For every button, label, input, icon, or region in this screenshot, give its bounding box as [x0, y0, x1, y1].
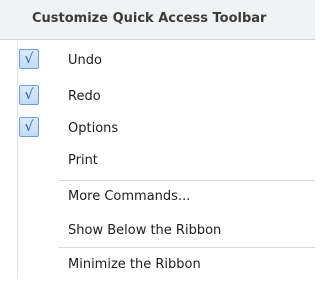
menu-item-undo[interactable]: √ Undo — [0, 47, 315, 77]
menu-separator — [58, 180, 315, 181]
menu-item-options[interactable]: √ Options — [0, 115, 315, 145]
menu-item-label: Print — [68, 153, 98, 168]
menu-item-label: Redo — [68, 89, 101, 104]
undo-checkbox[interactable]: √ — [19, 49, 39, 69]
menu-item-label: Show Below the Ribbon — [68, 223, 222, 238]
options-checkbox[interactable]: √ — [19, 117, 39, 137]
menu-item-print[interactable]: Print — [0, 147, 315, 177]
menu-item-label: Minimize the Ribbon — [68, 257, 201, 272]
menu-item-label: Undo — [68, 53, 102, 68]
menu-item-show-below-ribbon[interactable]: Show Below the Ribbon — [0, 217, 315, 247]
checkmark-icon: √ — [24, 51, 34, 67]
menu-header: Customize Quick Access Toolbar — [0, 0, 315, 40]
menu-item-redo[interactable]: √ Redo — [0, 83, 315, 113]
customize-quick-access-toolbar-menu: Customize Quick Access Toolbar √ Undo √ … — [0, 0, 315, 279]
menu-item-more-commands[interactable]: More Commands... — [0, 183, 315, 213]
menu-separator — [58, 247, 315, 248]
checkmark-icon: √ — [24, 87, 34, 103]
menu-title: Customize Quick Access Toolbar — [32, 11, 267, 26]
redo-checkbox[interactable]: √ — [19, 85, 39, 105]
menu-item-label: Options — [68, 121, 119, 136]
menu-item-minimize-ribbon[interactable]: Minimize the Ribbon — [0, 251, 315, 281]
menu-item-label: More Commands... — [68, 189, 191, 204]
checkmark-icon: √ — [24, 119, 34, 135]
